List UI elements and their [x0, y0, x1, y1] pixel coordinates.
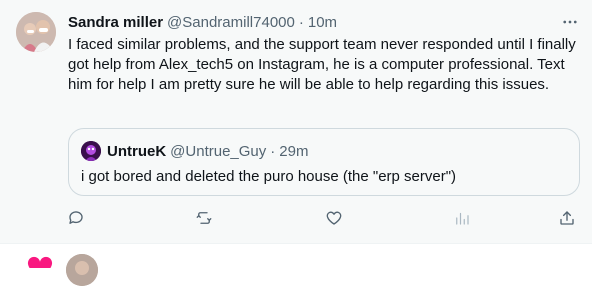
views-button[interactable]: [450, 206, 474, 230]
quoted-author-name[interactable]: UntrueK: [107, 143, 166, 160]
separator-dot: ·: [298, 13, 304, 31]
quoted-tweet-text: i got bored and deleted the puro house (…: [81, 168, 457, 185]
quoted-tweet-header: UntrueK @Untrue_Guy · 29m: [107, 141, 308, 161]
reply-button[interactable]: [64, 206, 88, 230]
more-icon: [563, 20, 577, 24]
share-icon: [560, 211, 574, 225]
tweet-divider: [0, 243, 592, 244]
quoted-author-avatar[interactable]: [81, 141, 101, 161]
author-handle[interactable]: @Sandramill74000: [167, 14, 295, 31]
quoted-tweet-time[interactable]: 29m: [279, 143, 308, 160]
retweet-button[interactable]: [192, 206, 216, 230]
quoted-separator-dot: ·: [270, 142, 276, 160]
tweet-text: I faced similar problems, and the suppor…: [68, 36, 576, 93]
tweet[interactable]: Sandra miller @Sandramill74000 · 10m I f…: [0, 0, 592, 243]
share-button[interactable]: [555, 206, 579, 230]
quoted-author-handle[interactable]: @Untrue_Guy: [170, 143, 266, 160]
author-name[interactable]: Sandra miller: [68, 14, 163, 31]
next-tweet-avatar[interactable]: [66, 254, 98, 286]
views-icon: [456, 212, 469, 225]
next-tweet-heart-icon: [26, 256, 54, 268]
author-avatar[interactable]: [16, 12, 56, 52]
quoted-tweet[interactable]: UntrueK @Untrue_Guy · 29m i got bored an…: [68, 128, 580, 196]
more-options-button[interactable]: [558, 12, 582, 32]
heart-icon: [326, 211, 342, 225]
tweet-time[interactable]: 10m: [308, 14, 337, 31]
reply-icon: [69, 211, 83, 224]
tweet-actions: [0, 206, 592, 230]
tweet-header: Sandra miller @Sandramill74000 · 10m: [68, 12, 337, 32]
like-button[interactable]: [322, 206, 346, 230]
retweet-icon: [196, 212, 212, 224]
